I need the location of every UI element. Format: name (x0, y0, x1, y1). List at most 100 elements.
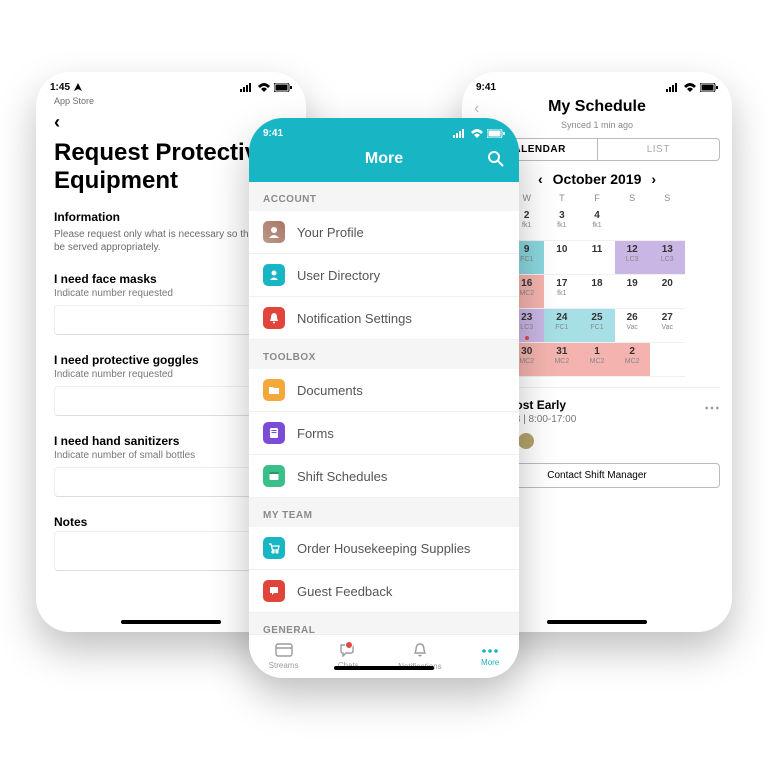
menu-item[interactable]: Documents (249, 369, 519, 412)
tab-icon (412, 642, 428, 660)
home-indicator[interactable] (121, 620, 221, 624)
calendar-day[interactable]: 17 fk1 (544, 275, 579, 309)
dow-label: S (615, 193, 650, 203)
signal-icon (240, 83, 254, 92)
day-shift-label: LC3 (520, 324, 533, 331)
menu-list: ACCOUNT Your Profile User Directory Noti… (249, 182, 519, 634)
menu-item-label: Notification Settings (297, 311, 412, 326)
avatar (516, 431, 536, 451)
calendar-day[interactable]: 18 (579, 275, 614, 309)
month-label: October 2019 (553, 171, 642, 187)
menu-item-label: User Directory (297, 268, 380, 283)
day-number: 24 (556, 312, 567, 323)
folder-amber-icon (263, 379, 285, 401)
clock-text: 9:41 (263, 128, 283, 139)
avatar-icon (263, 221, 285, 243)
day-number: 16 (521, 278, 532, 289)
menu-item[interactable]: User Directory (249, 254, 519, 297)
day-shift-label: LC3 (661, 256, 674, 263)
day-number: 19 (627, 278, 638, 289)
dot-icon (525, 336, 529, 340)
phone-more-menu: 9:41 More ACCOUNT Your Profile User Dire… (249, 118, 519, 678)
day-number: 31 (556, 346, 567, 357)
battery-icon (487, 129, 505, 138)
calendar-day[interactable]: 24 FC1 (544, 309, 579, 343)
calendar-day[interactable]: 20 (650, 275, 685, 309)
group-header: TOOLBOX (249, 340, 519, 369)
menu-item-label: Forms (297, 426, 334, 441)
back-button[interactable]: ‹ (54, 112, 288, 133)
next-month[interactable]: › (651, 171, 656, 187)
tab-list[interactable]: LIST (598, 139, 720, 160)
more-icon[interactable]: ⋯ (704, 398, 720, 451)
menu-item[interactable]: Forms (249, 412, 519, 455)
battery-icon (274, 83, 292, 92)
calendar-day[interactable] (615, 207, 650, 241)
day-number: 26 (627, 312, 638, 323)
home-indicator[interactable] (547, 620, 647, 624)
menu-item-label: Your Profile (297, 225, 364, 240)
day-number: 12 (627, 244, 638, 255)
calendar-day[interactable]: 25 FC1 (579, 309, 614, 343)
calendar-day[interactable]: 10 (544, 241, 579, 275)
menu-item-label: Guest Feedback (297, 584, 392, 599)
chat-red-icon (263, 580, 285, 602)
tab-icon (275, 643, 293, 659)
calendar-day[interactable]: 27 Vac (650, 309, 685, 343)
calendar-day[interactable]: 26 Vac (615, 309, 650, 343)
group-header: GENERAL (249, 613, 519, 634)
menu-item-label: Shift Schedules (297, 469, 387, 484)
menu-item[interactable]: Notification Settings (249, 297, 519, 340)
tab-more[interactable]: More (481, 647, 499, 667)
calendar-day[interactable]: 3 fk1 (544, 207, 579, 241)
badge-icon (345, 641, 353, 649)
calendar-day[interactable]: 13 LC3 (650, 241, 685, 275)
sync-status: Synced 1 min ago (474, 120, 720, 130)
header: More (249, 142, 519, 182)
day-number: 11 (592, 244, 603, 255)
menu-item[interactable]: Order Housekeeping Supplies (249, 527, 519, 570)
status-bar: 9:41 (249, 118, 519, 142)
calendar-day[interactable] (650, 207, 685, 241)
menu-item[interactable]: Your Profile (249, 211, 519, 254)
menu-item-label: Documents (297, 383, 363, 398)
users-teal-icon (263, 264, 285, 286)
day-shift-label: LC3 (626, 256, 639, 263)
day-number: 27 (662, 312, 673, 323)
day-shift-label: fk1 (592, 222, 601, 229)
calendar-day[interactable]: 11 (579, 241, 614, 275)
day-number: 1 (594, 346, 600, 357)
appstore-backlink[interactable]: App Store (36, 96, 306, 106)
calendar-day[interactable]: 12 LC3 (615, 241, 650, 275)
tab-streams[interactable]: Streams (269, 643, 299, 670)
calendar-day[interactable]: 19 (615, 275, 650, 309)
prev-month[interactable]: ‹ (538, 171, 543, 187)
status-bar: 9:41 (462, 72, 732, 96)
menu-item[interactable]: Shift Schedules (249, 455, 519, 498)
day-number: 20 (662, 278, 673, 289)
group-header: ACCOUNT (249, 182, 519, 211)
search-icon[interactable] (487, 150, 505, 173)
back-button[interactable]: ‹ (474, 100, 479, 118)
day-number: 23 (521, 312, 532, 323)
day-number: 17 (556, 278, 567, 289)
calendar-day[interactable]: 1 MC2 (579, 343, 614, 377)
dow-label: S (650, 193, 685, 203)
calendar-day[interactable]: 2 MC2 (615, 343, 650, 377)
header-title: More (365, 150, 403, 167)
day-shift-label: MC2 (519, 290, 534, 297)
home-indicator[interactable] (334, 666, 434, 670)
calendar-day[interactable]: 31 MC2 (544, 343, 579, 377)
day-shift-label: fk1 (557, 290, 566, 297)
calendar-green-icon (263, 465, 285, 487)
cart-teal-icon (263, 537, 285, 559)
menu-item[interactable]: Guest Feedback (249, 570, 519, 613)
tab-icon (481, 647, 499, 656)
day-number: 13 (662, 244, 673, 255)
calendar-day[interactable]: 4 fk1 (579, 207, 614, 241)
day-shift-label: Vac (626, 324, 638, 331)
day-shift-label: fk1 (522, 222, 531, 229)
day-number: 4 (594, 210, 600, 221)
tab-label: Streams (269, 661, 299, 670)
calendar-day[interactable] (650, 343, 685, 377)
